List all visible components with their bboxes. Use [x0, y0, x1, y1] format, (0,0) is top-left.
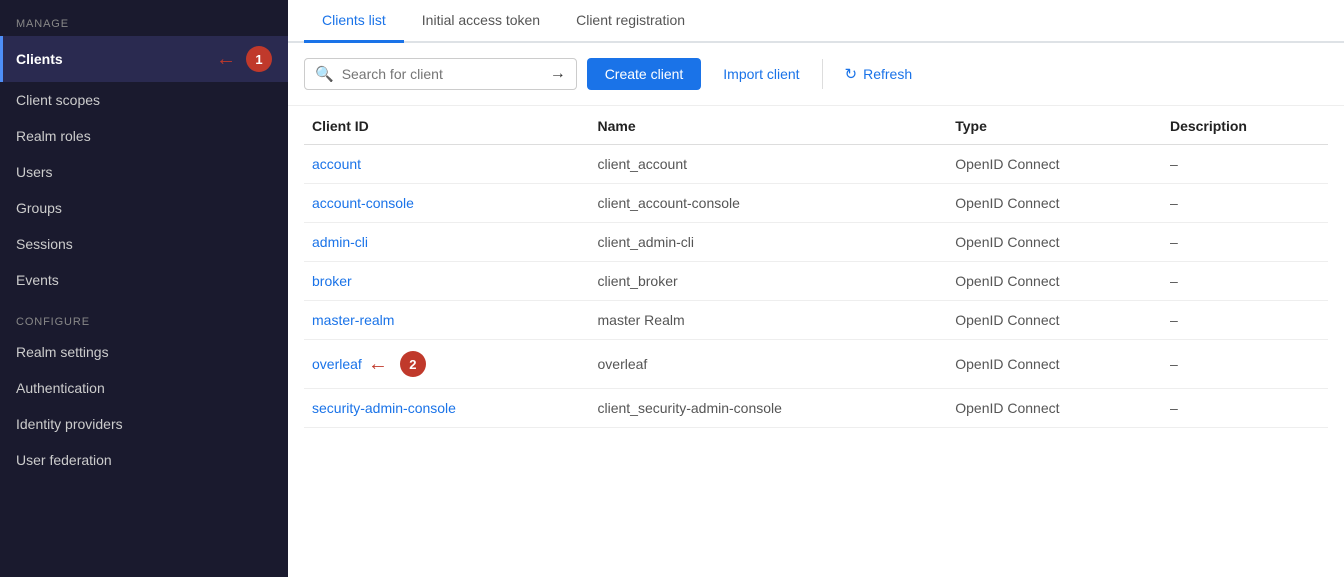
tab-bar: Clients list Initial access token Client… [288, 0, 1344, 43]
tab-initial-access-token[interactable]: Initial access token [404, 0, 558, 43]
sidebar-item-groups[interactable]: Groups [0, 190, 288, 226]
table-row: broker client_brokerOpenID Connect– [304, 262, 1328, 301]
cell-client-id: master-realm [304, 301, 590, 340]
cell-name: master Realm [590, 301, 948, 340]
cell-description: – [1162, 389, 1328, 428]
sidebar-item-sessions[interactable]: Sessions [0, 226, 288, 262]
col-client-id: Client ID [304, 106, 590, 145]
cell-name: client_admin-cli [590, 223, 948, 262]
refresh-icon: ↻ [845, 65, 858, 83]
sidebar-item-realm-roles[interactable]: Realm roles [0, 118, 288, 154]
sidebar-item-label: Realm roles [16, 128, 91, 144]
sidebar-item-label: Sessions [16, 236, 73, 252]
sidebar-item-label: Events [16, 272, 59, 288]
configure-section-label: Configure [0, 298, 288, 334]
sidebar-item-user-federation[interactable]: User federation [0, 442, 288, 478]
client-id-link[interactable]: account [312, 156, 361, 172]
clients-arrow-annotation: ← [216, 48, 236, 71]
client-id-link[interactable]: security-admin-console [312, 400, 456, 416]
sidebar-item-authentication[interactable]: Authentication [0, 370, 288, 406]
cell-client-id: account [304, 145, 590, 184]
cell-client-id: account-console [304, 184, 590, 223]
cell-description: – [1162, 184, 1328, 223]
col-type: Type [947, 106, 1162, 145]
col-description: Description [1162, 106, 1328, 145]
cell-name: overleaf [590, 340, 948, 389]
table-row: master-realm master RealmOpenID Connect– [304, 301, 1328, 340]
cell-client-id: overleaf ← 2 [304, 340, 590, 389]
refresh-button[interactable]: ↻ Refresh [833, 57, 925, 91]
cell-description: – [1162, 301, 1328, 340]
cell-type: OpenID Connect [947, 389, 1162, 428]
cell-type: OpenID Connect [947, 340, 1162, 389]
cell-type: OpenID Connect [947, 262, 1162, 301]
cell-type: OpenID Connect [947, 301, 1162, 340]
sidebar-item-identity-providers[interactable]: Identity providers [0, 406, 288, 442]
search-box[interactable]: 🔍 → [304, 58, 577, 90]
cell-description: – [1162, 340, 1328, 389]
cell-description: – [1162, 262, 1328, 301]
clients-table-container: Client ID Name Type Description account c… [288, 106, 1344, 428]
search-input[interactable] [342, 66, 542, 82]
sidebar-item-realm-settings[interactable]: Realm settings [0, 334, 288, 370]
cell-client-id: broker [304, 262, 590, 301]
sidebar-item-label: Client scopes [16, 92, 100, 108]
cell-description: – [1162, 145, 1328, 184]
cell-type: OpenID Connect [947, 184, 1162, 223]
sidebar-item-label: Authentication [16, 380, 105, 396]
sidebar-item-label: Realm settings [16, 344, 109, 360]
sidebar-item-label: User federation [16, 452, 112, 468]
sidebar-item-users[interactable]: Users [0, 154, 288, 190]
toolbar-divider [822, 59, 823, 89]
tab-client-registration[interactable]: Client registration [558, 0, 703, 43]
search-submit-arrow[interactable]: → [550, 65, 566, 83]
cell-type: OpenID Connect [947, 223, 1162, 262]
annotation-badge-1: 1 [246, 46, 272, 72]
clients-table: Client ID Name Type Description account c… [304, 106, 1328, 428]
sidebar-item-clients[interactable]: Clients ← 1 [0, 36, 288, 82]
import-client-button[interactable]: Import client [711, 58, 811, 90]
manage-section-label: Manage [0, 0, 288, 36]
sidebar-item-events[interactable]: Events [0, 262, 288, 298]
create-client-button[interactable]: Create client [587, 58, 702, 90]
cell-name: client_account [590, 145, 948, 184]
client-id-link[interactable]: account-console [312, 195, 414, 211]
refresh-label: Refresh [863, 66, 912, 82]
overleaf-arrow-annotation: ← [368, 353, 388, 376]
table-header-row: Client ID Name Type Description [304, 106, 1328, 145]
sidebar-item-client-scopes[interactable]: Client scopes [0, 82, 288, 118]
cell-name: client_account-console [590, 184, 948, 223]
table-row: security-admin-console client_security-ad… [304, 389, 1328, 428]
main-content: Clients list Initial access token Client… [288, 0, 1344, 577]
sidebar-item-label: Users [16, 164, 53, 180]
table-row: account client_accountOpenID Connect– [304, 145, 1328, 184]
client-id-link[interactable]: master-realm [312, 312, 394, 328]
table-row: account-console client_account-consoleOpe… [304, 184, 1328, 223]
cell-client-id: admin-cli [304, 223, 590, 262]
tab-clients-list[interactable]: Clients list [304, 0, 404, 43]
cell-name: client_security-admin-console [590, 389, 948, 428]
sidebar-item-label: Groups [16, 200, 62, 216]
cell-description: – [1162, 223, 1328, 262]
table-row: overleaf←2overleafOpenID Connect– [304, 340, 1328, 389]
search-icon: 🔍 [315, 65, 334, 83]
client-id-link[interactable]: admin-cli [312, 234, 368, 250]
toolbar: 🔍 → Create client Import client ↻ Refres… [288, 43, 1344, 106]
client-id-link[interactable]: broker [312, 273, 352, 289]
cell-type: OpenID Connect [947, 145, 1162, 184]
cell-name: client_broker [590, 262, 948, 301]
sidebar-item-label: Identity providers [16, 416, 123, 432]
table-row: admin-cli client_admin-cliOpenID Connect– [304, 223, 1328, 262]
cell-client-id: security-admin-console [304, 389, 590, 428]
client-id-link[interactable]: overleaf [312, 356, 362, 372]
sidebar: Manage Clients ← 1 Client scopes Realm r… [0, 0, 288, 577]
col-name: Name [590, 106, 948, 145]
sidebar-item-label: Clients [16, 51, 63, 67]
annotation-badge-2: 2 [400, 351, 426, 377]
